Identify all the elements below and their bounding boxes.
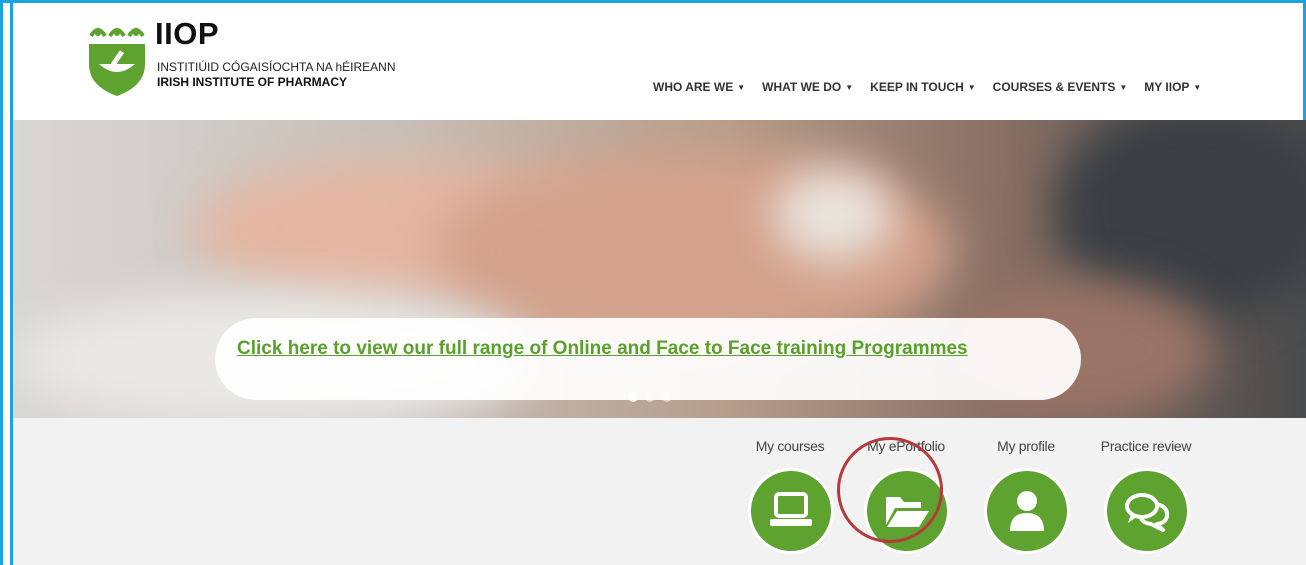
site-header: IIOP INSTITIÚID CÓGAISÍOCHTA NA hÉIREANN… [13,3,1303,120]
nav-label: WHAT WE DO [762,80,842,94]
chat-bubbles-icon [1125,493,1170,532]
carousel-dot[interactable] [645,392,655,402]
chevron-down-icon: ▼ [967,83,976,92]
carousel-dot[interactable] [628,392,638,402]
nav-label: WHO ARE WE [653,80,734,94]
nav-keep-in-touch[interactable]: KEEP IN TOUCH ▼ [870,80,976,94]
quick-link-my-profile[interactable]: My profile [971,438,1081,554]
training-programmes-link[interactable]: Click here to view our full range of Onl… [237,338,968,360]
quick-link-my-courses[interactable]: My courses [735,438,845,554]
chevron-down-icon: ▼ [1119,83,1128,92]
carousel-dot[interactable] [662,392,672,402]
site-logo[interactable]: IIOP INSTITIÚID CÓGAISÍOCHTA NA hÉIREANN… [85,16,425,100]
nav-label: MY IIOP [1144,80,1190,94]
quick-link-label: My courses [755,438,825,454]
main-nav: WHO ARE WE ▼ WHAT WE DO ▼ KEEP IN TOUCH ▼ C… [653,80,1218,94]
quick-links-panel: My courses My ePortfolio My profile Prac… [13,418,1306,565]
quick-link-button[interactable] [1104,468,1190,554]
nav-label: KEEP IN TOUCH [870,80,964,94]
hero-carousel: Click here to view our full range of Onl… [13,120,1306,418]
laptop-icon [770,492,812,526]
carousel-indicators [628,392,672,402]
chevron-down-icon: ▼ [845,83,854,92]
quick-link-practice-review[interactable]: Practice review [1091,438,1201,554]
quick-link-button[interactable] [748,468,834,554]
nav-label: COURSES & EVENTS [992,80,1116,94]
quick-link-button[interactable] [984,468,1070,554]
quick-link-label: My profile [997,438,1055,454]
eportfolio-highlight-ring [837,437,943,543]
hero-image-shape [773,170,893,260]
nav-courses-events[interactable]: COURSES & EVENTS ▼ [993,80,1128,94]
brand-irish-name: INSTITIÚID CÓGAISÍOCHTA NA hÉIREANN [157,60,396,74]
brand-acronym: IIOP [155,16,220,51]
brand-english-name: IRISH INSTITUTE OF PHARMACY [157,75,348,89]
iiop-crest-icon [89,28,145,96]
quick-link-label: Practice review [1100,438,1192,454]
chevron-down-icon: ▼ [737,83,746,92]
nav-my-iiop[interactable]: MY IIOP ▼ [1144,80,1201,94]
nav-who-are-we[interactable]: WHO ARE WE ▼ [653,80,745,94]
nav-what-we-do[interactable]: WHAT WE DO ▼ [762,80,853,94]
hero-cta-banner: Click here to view our full range of Onl… [215,318,1081,400]
chevron-down-icon: ▼ [1193,83,1202,92]
user-icon [1010,491,1044,531]
